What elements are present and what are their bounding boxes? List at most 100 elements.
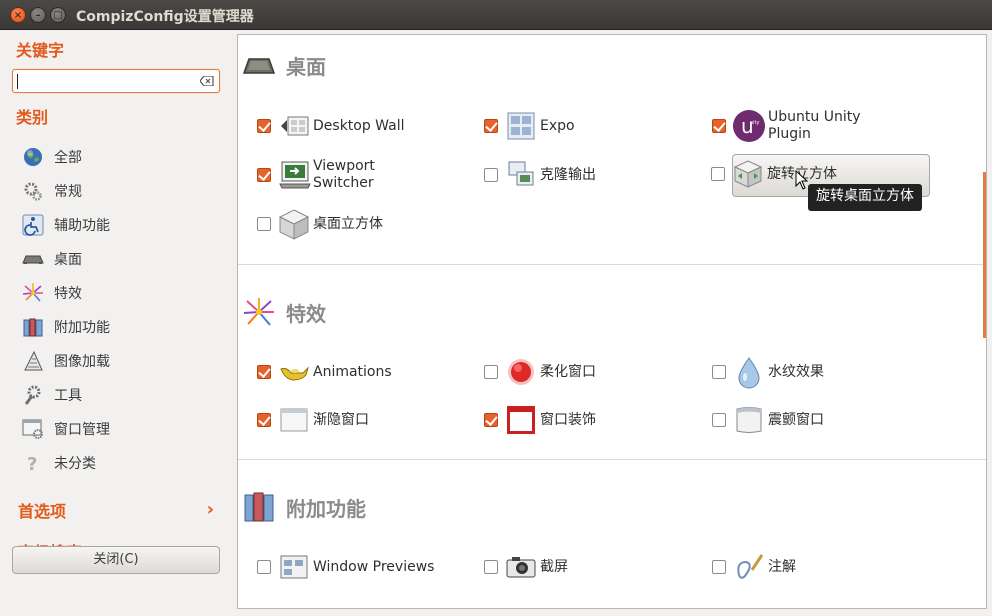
sidebar: 关键字 类别 全部 常规 辅助功能 桌面 特效 附加功能 图像加载 工具 窗口管…: [0, 30, 236, 616]
window-close-button[interactable]: ×: [10, 7, 26, 23]
plugin-fade-window[interactable]: 渐隐窗口: [257, 403, 477, 443]
window-previews-icon: [280, 555, 308, 579]
plugin-checkbox[interactable]: [484, 168, 498, 182]
plugin-ubuntu-unity[interactable]: u nity Ubuntu Unity Plugin: [712, 109, 932, 149]
plugin-wobbly-window[interactable]: 震颤窗口: [712, 403, 932, 443]
plugin-checkbox[interactable]: [484, 365, 498, 379]
clear-search-icon[interactable]: [200, 76, 214, 86]
plugin-desktop-cube[interactable]: 桌面立方体: [257, 207, 477, 247]
gears-icon: [24, 182, 42, 201]
category-label: 全部: [54, 150, 82, 166]
category-uncategorized[interactable]: ? 未分类: [20, 449, 220, 475]
category-all[interactable]: 全部: [20, 143, 220, 169]
group-title-extras: 附加功能: [286, 497, 366, 521]
category-window-management[interactable]: 窗口管理: [20, 415, 220, 441]
plugin-label: Animations: [313, 364, 392, 380]
category-label: 桌面: [54, 252, 82, 268]
category-tools[interactable]: 工具: [20, 381, 220, 407]
plugin-desktop-cube[interactable]: [484, 207, 704, 247]
plugin-checkbox[interactable]: [484, 560, 498, 574]
text-caret: [17, 74, 18, 89]
plugin-checkbox[interactable]: [711, 167, 725, 181]
plugin-checkbox[interactable]: [257, 413, 271, 427]
window-title: CompizConfig设置管理器: [76, 9, 254, 25]
svg-text:?: ?: [27, 454, 37, 474]
group-title-effects: 特效: [286, 302, 326, 326]
globe-icon: [24, 148, 42, 166]
plugin-animations[interactable]: Animations: [257, 355, 477, 395]
plugin-blur-window[interactable]: 柔化窗口: [484, 355, 704, 395]
scrollbar-indicator[interactable]: [983, 172, 986, 338]
fade-window-icon: [280, 408, 308, 432]
camera-icon: [506, 557, 536, 578]
expo-icon: [507, 112, 535, 140]
keyword-heading: 关键字: [16, 41, 65, 60]
category-accessibility[interactable]: 辅助功能: [20, 211, 220, 237]
plugin-window-previews[interactable]: Window Previews: [257, 550, 477, 590]
plugin-checkbox[interactable]: [257, 217, 271, 231]
plugin-checkbox[interactable]: [484, 413, 498, 427]
wobbly-window-icon: [736, 407, 762, 433]
close-button[interactable]: 关闭(C): [12, 546, 220, 574]
plugin-label: 窗口装饰: [540, 412, 596, 428]
plugin-label: 震颤窗口: [768, 412, 824, 428]
desktop-group-icon: [242, 58, 276, 74]
preferences-expander[interactable]: 首选项 ›: [12, 498, 220, 522]
question-icon: ?: [27, 454, 37, 474]
category-label: 图像加载: [54, 354, 110, 370]
plugin-desktop-wall[interactable]: Desktop Wall: [257, 109, 477, 149]
plugin-expo[interactable]: Expo: [484, 109, 704, 149]
viewport-switcher-icon: [279, 161, 311, 189]
category-general[interactable]: 常规: [20, 177, 220, 203]
plugin-label: 桌面立方体: [313, 216, 383, 232]
plugin-checkbox[interactable]: [712, 119, 726, 133]
plugin-checkbox[interactable]: [257, 365, 271, 379]
plugin-label: Desktop Wall: [313, 118, 405, 134]
plugin-clone-output[interactable]: 克隆输出: [484, 158, 704, 198]
category-image-loading[interactable]: 图像加载: [20, 347, 220, 373]
plugin-checkbox[interactable]: [257, 119, 271, 133]
category-label: 工具: [54, 388, 82, 404]
group-separator: [238, 459, 986, 460]
plugin-label: Expo: [540, 118, 575, 134]
category-label: 窗口管理: [54, 422, 110, 438]
image-loading-icon: [24, 350, 43, 371]
plugin-label: Viewport Switcher: [313, 158, 375, 191]
category-effects[interactable]: 特效: [20, 279, 220, 305]
category-label: 附加功能: [54, 320, 110, 336]
plugin-checkbox[interactable]: [257, 168, 271, 182]
blur-window-icon: [508, 359, 534, 385]
window-minimize-button[interactable]: –: [30, 7, 46, 23]
plugin-label: 柔化窗口: [540, 364, 596, 380]
extras-group-icon: [244, 492, 274, 522]
plugin-window-decoration[interactable]: 窗口装饰: [484, 403, 704, 443]
rotate-cube-icon: [733, 160, 763, 188]
title-bar: × – □ CompizConfig设置管理器: [0, 0, 992, 30]
plugin-screenshot[interactable]: 截屏: [484, 550, 704, 590]
category-desktop[interactable]: 桌面: [20, 245, 220, 271]
annotate-icon: [737, 554, 764, 579]
plugin-checkbox[interactable]: [712, 413, 726, 427]
effects-group-icon: [243, 298, 274, 326]
category-heading: 类别: [16, 108, 49, 127]
plugin-annotate[interactable]: 注解: [712, 550, 932, 590]
plugin-viewport-switcher[interactable]: Viewport Switcher: [257, 158, 477, 198]
preferences-label: 首选项: [18, 502, 67, 521]
plugin-water[interactable]: 水纹效果: [712, 355, 932, 395]
window-management-icon: [22, 419, 43, 439]
category-label: 辅助功能: [54, 218, 110, 234]
plugin-checkbox[interactable]: [712, 560, 726, 574]
plugin-checkbox[interactable]: [484, 119, 498, 133]
desktop-wall-icon: [281, 116, 309, 136]
category-extras[interactable]: 附加功能: [20, 313, 220, 339]
search-input[interactable]: [12, 69, 220, 93]
desktop-cube-icon: [278, 209, 310, 240]
group-separator: [238, 264, 986, 265]
mouse-cursor-icon: [795, 170, 809, 190]
plugin-checkbox[interactable]: [257, 560, 271, 574]
category-label: 特效: [54, 286, 82, 302]
plugin-list-panel[interactable]: 桌面 Desktop Wall Expo u nity Ubuntu Unity …: [237, 34, 987, 609]
plugin-checkbox[interactable]: [712, 365, 726, 379]
water-drop-icon: [738, 357, 760, 389]
window-maximize-button[interactable]: □: [50, 7, 66, 23]
